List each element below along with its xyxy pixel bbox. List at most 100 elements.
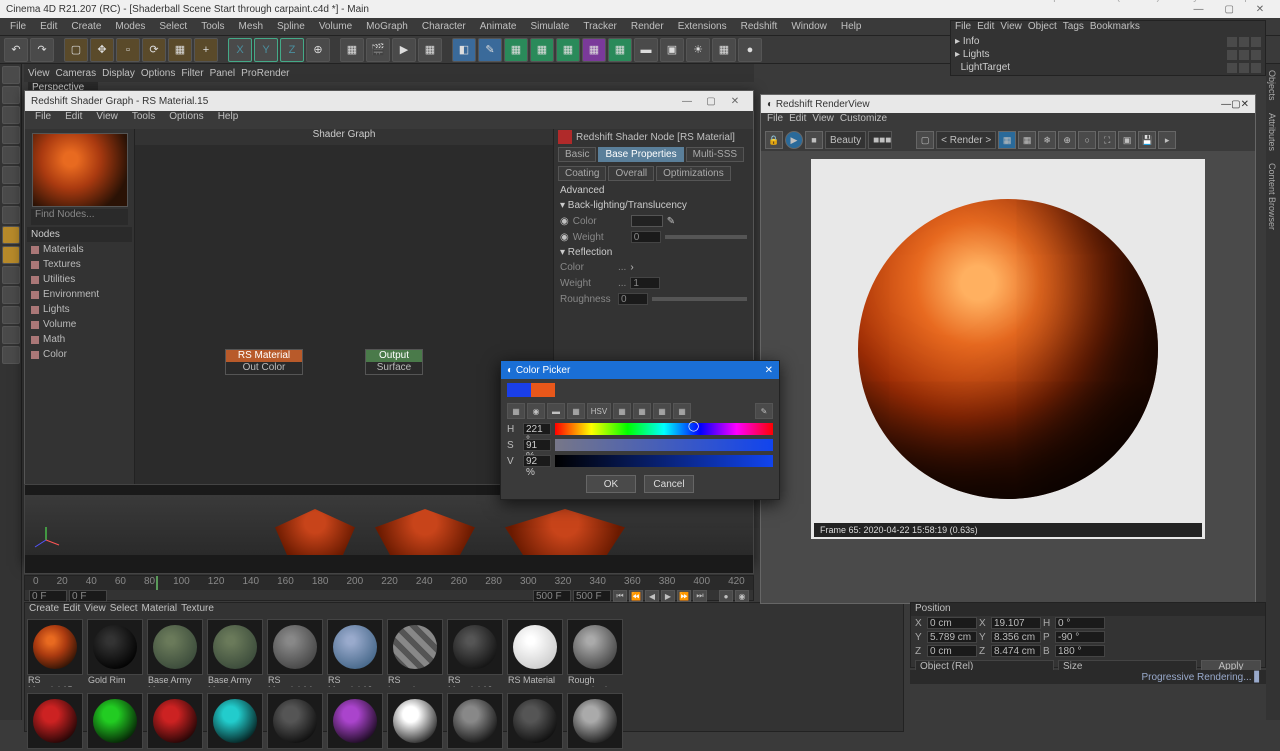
om-object[interactable]: Object xyxy=(1028,21,1057,35)
vp-prorender[interactable]: ProRender xyxy=(241,68,289,79)
rv-menu-view[interactable]: View xyxy=(812,113,834,129)
material-cell[interactable] xyxy=(567,693,625,749)
vp-cameras[interactable]: Cameras xyxy=(56,68,97,79)
node-output-port[interactable]: Surface xyxy=(366,362,422,374)
mm-select[interactable]: Select xyxy=(110,603,138,617)
material-cell[interactable] xyxy=(27,693,85,749)
enable-axis-icon[interactable] xyxy=(2,226,20,244)
sg-menu-edit[interactable]: Edit xyxy=(59,111,88,129)
menu-simulate[interactable]: Simulate xyxy=(524,21,575,32)
cp-eyedropper-icon[interactable]: ✎ xyxy=(755,403,773,419)
pos-y[interactable]: 5.789 cm xyxy=(927,631,977,643)
sg-menu-options[interactable]: Options xyxy=(163,111,209,129)
x-axis-icon[interactable]: X xyxy=(228,38,252,62)
menu-tracker[interactable]: Tracker xyxy=(577,21,623,32)
rv-grid-icon[interactable]: ▦ xyxy=(998,131,1016,149)
sg-menu-file[interactable]: File xyxy=(29,111,57,129)
goto-end-icon[interactable]: ⏭ xyxy=(693,590,707,602)
pos-x[interactable]: 0 cm xyxy=(927,617,977,629)
rot-h[interactable]: 0 ° xyxy=(1055,617,1105,629)
obj-row-lights[interactable]: ▸ Lights xyxy=(951,48,1265,61)
step-fwd-icon[interactable]: ⏩ xyxy=(677,590,691,602)
material-cell[interactable] xyxy=(507,693,565,749)
mm-create[interactable]: Create xyxy=(29,603,59,617)
sg-min-icon[interactable]: — xyxy=(675,96,699,107)
tab-basic[interactable]: Basic xyxy=(558,147,596,162)
select-tool-icon[interactable]: ▢ xyxy=(64,38,88,62)
sec-backlight[interactable]: ▾ Back-lighting/Translucency xyxy=(554,198,753,213)
tab-overall[interactable]: Overall xyxy=(608,166,654,181)
render-output[interactable]: Frame 65: 2020-04-22 15:58:19 (0.63s) xyxy=(811,159,1205,539)
om-file[interactable]: File xyxy=(955,21,971,35)
menu-redshift[interactable]: Redshift xyxy=(735,21,784,32)
cp-v-value[interactable]: 92 % xyxy=(523,455,551,467)
material-preview[interactable] xyxy=(32,133,128,207)
tree-volume[interactable]: Volume xyxy=(27,317,132,332)
array-icon[interactable]: ▦ xyxy=(530,38,554,62)
om-tags[interactable]: Tags xyxy=(1063,21,1084,35)
sg-max-icon[interactable]: ▢ xyxy=(699,96,723,107)
timeline-ruler[interactable]: 0204060801001201401601802002202402602803… xyxy=(25,576,753,590)
tab-base-properties[interactable]: Base Properties xyxy=(598,147,683,162)
field-icon[interactable]: ▦ xyxy=(608,38,632,62)
color-swatch[interactable] xyxy=(631,215,663,227)
material-cell[interactable]: RS Material xyxy=(507,619,565,687)
record-icon[interactable]: ● xyxy=(719,590,733,602)
cp-hue-slider[interactable]: ◯ xyxy=(555,423,773,435)
step-back-icon[interactable]: ⏪ xyxy=(629,590,643,602)
menu-select[interactable]: Select xyxy=(153,21,193,32)
chevron-right-icon[interactable]: › xyxy=(630,262,633,273)
undo-icon[interactable]: ↶ xyxy=(4,38,28,62)
material-cell[interactable] xyxy=(387,693,445,749)
floor-icon[interactable]: ▬ xyxy=(634,38,658,62)
material-cell[interactable]: Rough scratched s xyxy=(567,619,625,687)
vp-filter[interactable]: Filter xyxy=(181,68,203,79)
material-cell[interactable] xyxy=(267,693,325,749)
lock-icon[interactable]: + xyxy=(194,38,218,62)
rv-close-icon[interactable]: ✕ xyxy=(1241,99,1249,110)
find-nodes-input[interactable]: Find Nodes... xyxy=(31,209,128,225)
point-mode-icon[interactable] xyxy=(2,166,20,184)
layout-label[interactable]: Layout: Startup xyxy=(1182,0,1250,3)
material-cell[interactable] xyxy=(207,693,265,749)
menu-animate[interactable]: Animate xyxy=(474,21,523,32)
menu-tools[interactable]: Tools xyxy=(195,21,230,32)
rv-menu-customize[interactable]: Customize xyxy=(840,113,887,129)
vtab-objects[interactable]: Objects xyxy=(1266,64,1278,107)
model-mode-icon[interactable] xyxy=(2,66,20,84)
tab-multi-sss[interactable]: Multi-SSS xyxy=(686,147,744,162)
node-rs-material[interactable]: RS Material Out Color xyxy=(225,349,303,375)
size-x[interactable]: 19.107 cm xyxy=(991,617,1041,629)
cp-mode2-icon[interactable]: ◉ xyxy=(527,403,545,419)
obj-row-info[interactable]: ▸ Info xyxy=(951,35,1265,48)
rs-light-icon[interactable]: ● xyxy=(738,38,762,62)
material-cell[interactable]: Gold Rim xyxy=(87,619,145,687)
deformer-icon[interactable]: ▦ xyxy=(582,38,606,62)
edge-mode-icon[interactable] xyxy=(2,186,20,204)
node-output[interactable]: Output Surface xyxy=(365,349,423,375)
material-cell[interactable] xyxy=(147,693,205,749)
redshift-icon[interactable]: ▦ xyxy=(712,38,736,62)
rv-menu-edit[interactable]: Edit xyxy=(789,113,806,129)
cp-swatch-icon[interactable]: ▦ xyxy=(633,403,651,419)
color-picker-titlebar[interactable]: ◐ Color Picker ✕ xyxy=(501,361,779,379)
rv-menu-file[interactable]: File xyxy=(767,113,783,129)
tree-textures[interactable]: Textures xyxy=(27,257,132,272)
material-cell[interactable]: RS Material.15 xyxy=(27,619,85,687)
sg-menu-tools[interactable]: Tools xyxy=(126,111,161,129)
texture-mode-icon[interactable] xyxy=(2,86,20,104)
snap-settings-icon[interactable] xyxy=(2,286,20,304)
rv-target-icon[interactable]: ⊕ xyxy=(1058,131,1076,149)
rv-lock-icon[interactable]: 🔒 xyxy=(765,131,783,149)
menu-render[interactable]: Render xyxy=(625,21,670,32)
material-cell[interactable]: RS Material.13 xyxy=(327,619,385,687)
cp-sat-slider[interactable] xyxy=(555,439,773,451)
workplane-icon[interactable] xyxy=(2,106,20,124)
rv-region-icon[interactable]: ▢ xyxy=(916,131,934,149)
camera-icon[interactable]: ▣ xyxy=(660,38,684,62)
sec-reflection[interactable]: ▾ Reflection xyxy=(554,245,753,260)
play-back-icon[interactable]: ◀ xyxy=(645,590,659,602)
cp-mode1-icon[interactable]: ▦ xyxy=(507,403,525,419)
menu-character[interactable]: Character xyxy=(416,21,472,32)
size-y[interactable]: 8.356 cm xyxy=(991,631,1041,643)
